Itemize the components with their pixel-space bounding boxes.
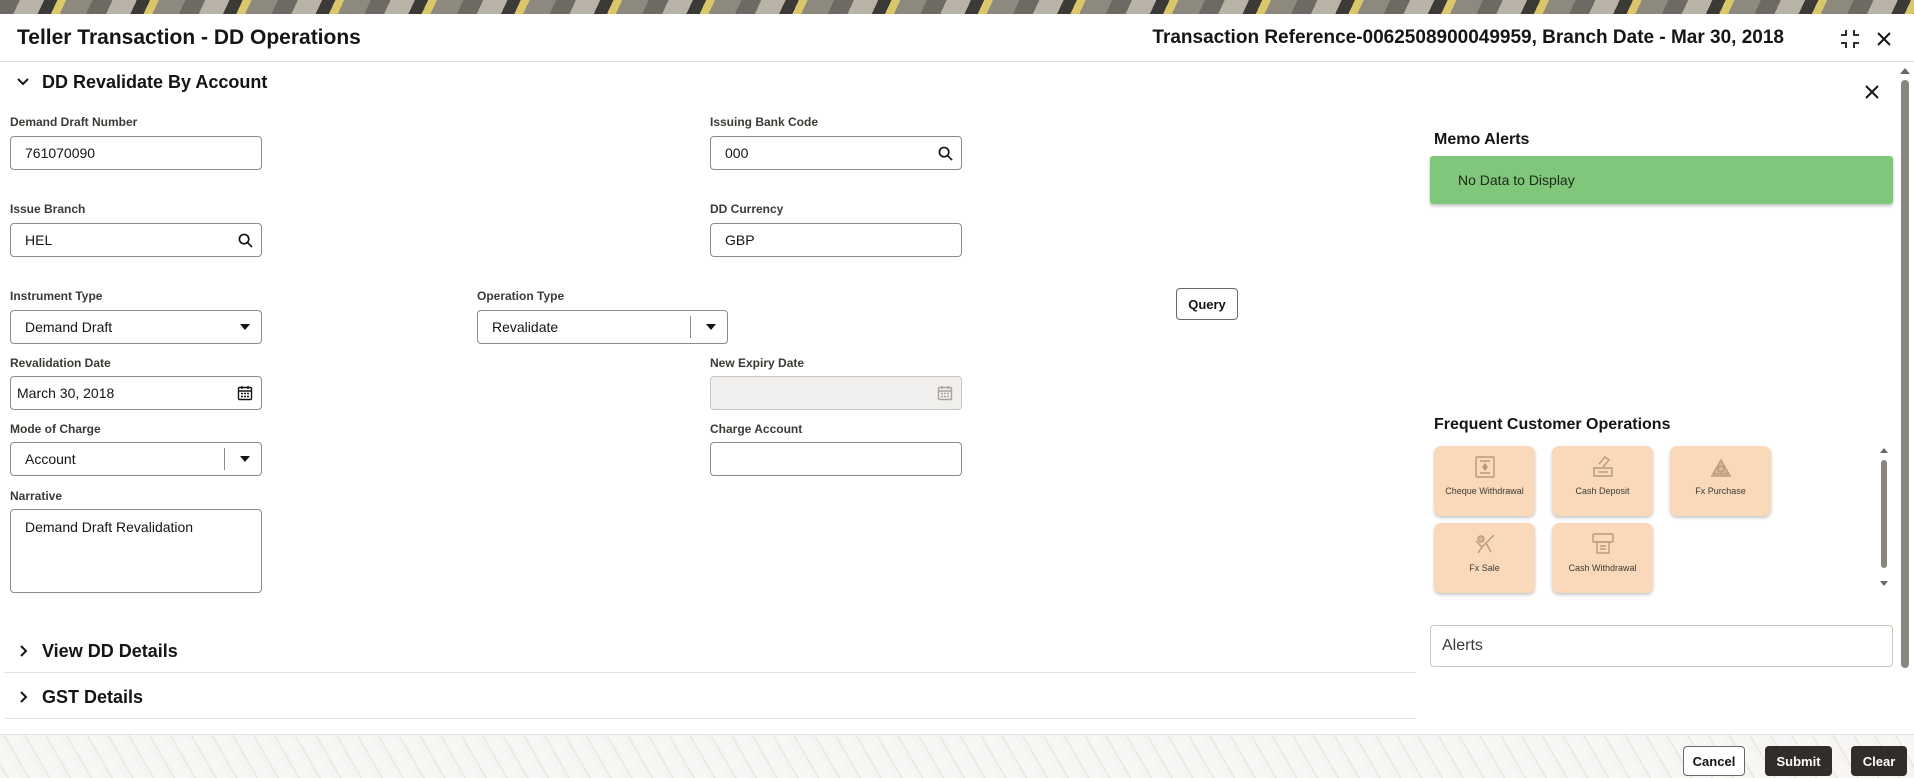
title-bar: Teller Transaction - DD Operations Trans… — [0, 14, 1914, 62]
caret-down-icon — [229, 443, 261, 475]
caret-down-icon — [229, 311, 261, 343]
tile-fx-sale[interactable]: Fx Sale — [1434, 523, 1535, 593]
page-title: Teller Transaction - DD Operations — [17, 26, 361, 49]
section-title: DD Revalidate By Account — [42, 71, 268, 92]
page-scrollbar[interactable] — [1898, 66, 1912, 744]
query-button[interactable]: Query — [1176, 288, 1238, 320]
tile-cheque-withdrawal[interactable]: Cheque Withdrawal — [1434, 446, 1535, 516]
charge-account-label: Charge Account — [710, 422, 803, 436]
close-panel-icon[interactable] — [1858, 78, 1886, 106]
charge-account-input[interactable] — [710, 442, 962, 476]
footer-bar — [0, 734, 1914, 778]
dd-currency-input[interactable]: GBP — [710, 223, 962, 257]
narrative-textarea[interactable]: Demand Draft Revalidation — [10, 509, 262, 593]
chevron-right-icon — [12, 640, 34, 662]
demand-draft-number-label: Demand Draft Number — [10, 115, 138, 129]
divider — [4, 718, 1416, 719]
main-content: DD Revalidate By Account Demand Draft Nu… — [0, 62, 1418, 734]
mode-of-charge-label: Mode of Charge — [10, 422, 101, 436]
alerts-box[interactable]: Alerts — [1430, 625, 1893, 667]
calendar-icon — [929, 377, 961, 409]
tiles-scrollbar[interactable] — [1879, 446, 1889, 588]
chevron-right-icon — [12, 686, 34, 708]
fx-purchase-icon — [1710, 458, 1731, 477]
transaction-reference: Transaction Reference-0062508900049959, … — [1152, 27, 1784, 48]
tile-fx-purchase[interactable]: Fx Purchase — [1670, 446, 1771, 516]
cash-withdrawal-icon — [1591, 533, 1614, 554]
section-header-dd-revalidate[interactable]: DD Revalidate By Account — [0, 71, 267, 93]
minimize-icon[interactable] — [1837, 26, 1863, 52]
issuing-bank-code-input[interactable]: 000 — [710, 136, 962, 170]
memo-alerts-box: No Data to Display — [1430, 156, 1893, 204]
caret-down-icon — [695, 311, 727, 343]
issuing-bank-code-label: Issuing Bank Code — [710, 115, 819, 129]
search-icon[interactable] — [929, 137, 961, 169]
clear-button[interactable]: Clear — [1851, 746, 1907, 776]
revalidation-date-input[interactable]: March 30, 2018 — [10, 376, 262, 410]
section-title: GST Details — [42, 686, 144, 707]
cancel-button[interactable]: Cancel — [1683, 746, 1745, 776]
submit-button[interactable]: Submit — [1765, 746, 1832, 776]
memo-alerts-title: Memo Alerts — [1434, 131, 1530, 148]
tile-cash-withdrawal[interactable]: Cash Withdrawal — [1552, 523, 1653, 593]
new-expiry-date-label: New Expiry Date — [710, 356, 805, 370]
issue-branch-input[interactable]: HEL — [10, 223, 262, 257]
divider — [4, 672, 1416, 673]
section-header-view-dd-details[interactable]: View DD Details — [0, 640, 178, 662]
dd-currency-label: DD Currency — [710, 202, 784, 216]
issue-branch-label: Issue Branch — [10, 202, 86, 216]
search-icon[interactable] — [229, 224, 261, 256]
mode-of-charge-select[interactable]: Account — [10, 442, 262, 476]
section-title: View DD Details — [42, 640, 178, 661]
revalidation-date-label: Revalidation Date — [10, 356, 111, 370]
frequent-operations-title: Frequent Customer Operations — [1434, 416, 1671, 433]
instrument-type-label: Instrument Type — [10, 289, 103, 303]
narrative-label: Narrative — [10, 489, 63, 503]
header-banner — [0, 0, 1914, 14]
operation-type-label: Operation Type — [477, 289, 565, 303]
close-window-icon[interactable] — [1871, 26, 1897, 52]
operation-type-select[interactable]: Revalidate — [477, 310, 728, 344]
cheque-icon — [1474, 456, 1495, 478]
new-expiry-date-input — [710, 376, 962, 410]
select-divider — [224, 448, 225, 470]
fx-sale-icon — [1475, 534, 1494, 554]
demand-draft-number-input[interactable]: 761070090 — [10, 136, 262, 170]
section-header-gst-details[interactable]: GST Details — [0, 686, 143, 708]
tile-cash-deposit[interactable]: Cash Deposit — [1552, 446, 1653, 516]
instrument-type-select[interactable]: Demand Draft — [10, 310, 262, 344]
calendar-icon[interactable] — [229, 377, 261, 409]
select-divider — [690, 316, 691, 338]
chevron-down-icon — [12, 71, 34, 93]
cash-deposit-icon — [1592, 456, 1613, 477]
